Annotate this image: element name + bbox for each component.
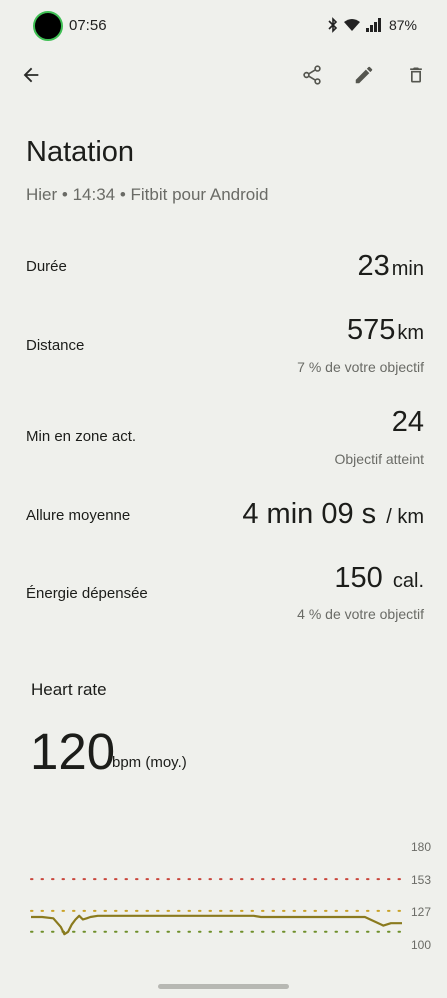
back-button[interactable]: [11, 55, 51, 95]
toolbar: [0, 55, 447, 95]
y-tick-label: 127: [411, 905, 431, 919]
bluetooth-icon: [328, 17, 338, 33]
stat-duration: Durée 23 min: [26, 250, 424, 290]
stat-goal-progress: 7 % de votre objectif: [297, 359, 424, 375]
share-icon: [303, 65, 321, 85]
delete-button[interactable]: [396, 55, 436, 95]
arrow-back-icon: [23, 67, 39, 83]
stat-label: Min en zone act.: [26, 428, 137, 445]
status-icons: 87%: [328, 16, 417, 34]
battery-level: 87%: [388, 17, 417, 33]
y-tick-label: 153: [411, 873, 431, 887]
share-button[interactable]: [292, 55, 332, 95]
trash-icon: [410, 67, 422, 83]
heart-rate-title: Heart rate: [31, 680, 107, 699]
y-tick-label: 180: [411, 840, 431, 854]
stat-value: 150 cal.: [334, 562, 424, 594]
heart-rate-chart: 180 153 127 100: [30, 840, 431, 952]
stat-average-pace: Allure moyenne 4 min 09 s / km: [26, 498, 424, 538]
stat-goal-status: Objectif atteint: [334, 451, 425, 467]
status-time: 07:56: [69, 17, 107, 34]
signal-icon: [365, 18, 382, 32]
stat-distance: Distance 575 km 7 % de votre objectif: [26, 314, 424, 384]
activity-subtitle: Hier • 14:34 • Fitbit pour Android: [26, 185, 269, 204]
edit-button[interactable]: [344, 55, 384, 95]
y-tick-label: 100: [411, 938, 431, 952]
stat-active-zone-minutes: Min en zone act. 24 Objectif atteint: [26, 406, 424, 476]
stat-value: 575 km: [346, 314, 424, 346]
stat-value: 23 min: [357, 250, 425, 282]
heart-rate-value: 120: [30, 723, 116, 780]
stat-value: 24: [391, 406, 424, 438]
wifi-icon: [343, 18, 361, 32]
edit-pencil-icon: [355, 66, 373, 84]
stat-label: Durée: [26, 258, 67, 275]
home-indicator[interactable]: [158, 984, 289, 989]
stat-label: Énergie dépensée: [26, 585, 148, 602]
stat-label: Allure moyenne: [26, 507, 131, 524]
status-bar: 07:56 87%: [0, 0, 447, 50]
page-title: Natation: [26, 136, 135, 168]
heart-rate-unit: bpm (moy.): [112, 754, 187, 771]
activity-detail-screen: 07:56 87% Natation Hier • 14:34 • Fitbit…: [0, 0, 447, 998]
stat-goal-progress: 4 % de votre objectif: [297, 606, 424, 622]
stat-value: 4 min 09 s / km: [242, 498, 424, 530]
stat-energy-burned: Énergie dépensée 150 cal. 4 % de votre o…: [26, 562, 424, 632]
stat-label: Distance: [26, 337, 85, 354]
camera-cutout: [33, 11, 63, 41]
